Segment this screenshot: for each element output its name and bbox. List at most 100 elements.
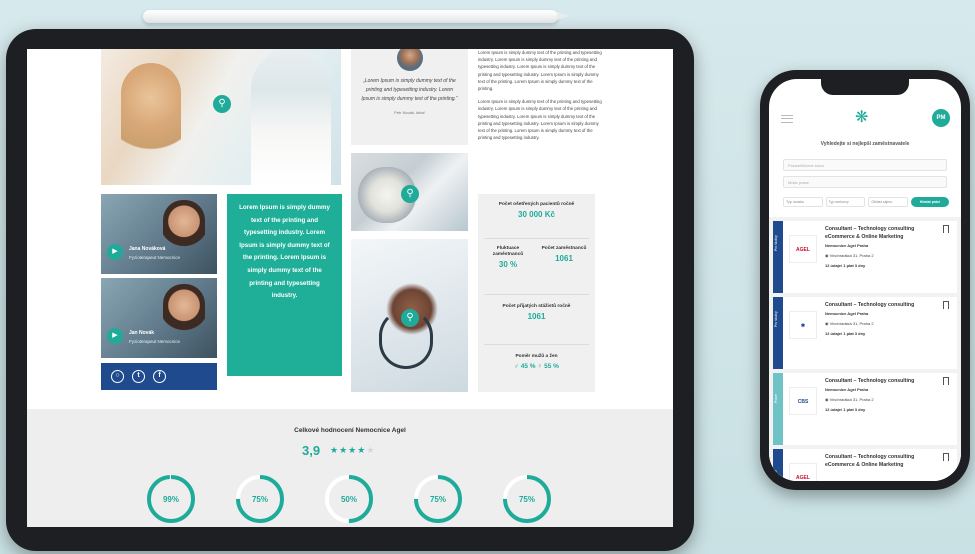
stat-label: Počet zaměstnanců: [541, 246, 587, 251]
search-heading: Vyhledejte si nejlepší zaměstnavatele: [820, 141, 910, 147]
video-card-1[interactable]: ▶ Jana Nováková Fyzioterapeut Nemocnice: [101, 194, 217, 274]
rating-gauges: 99% 75% 50% 75% 75%: [147, 475, 551, 523]
divider: [484, 238, 589, 239]
job-title[interactable]: Consultant – Technology consulting eComm…: [825, 225, 935, 241]
twitter-icon[interactable]: t: [132, 370, 145, 383]
stat-value: 30 000 Kč: [518, 210, 555, 219]
job-category-strip: Pro školky: [773, 221, 783, 293]
job-company: Nemocnice Agel Praha: [825, 243, 869, 248]
testimonial-author: Petr Novák, lékař: [394, 110, 425, 115]
job-list: Pro školky AGEL Consultant – Technology co…: [769, 217, 961, 481]
divider: [484, 294, 589, 295]
tablet-screen: ⚲ ▶ Jana Nováková Fyzioterapeut Nemocnic…: [27, 49, 673, 527]
stat-label: Počet přijatých stážistů ročně: [502, 304, 571, 309]
stat-label: Fluktuace zaměstnanců: [492, 246, 524, 257]
phone-device: ❋ PM Vyhledejte si nejlepší zaměstnavate…: [760, 70, 970, 490]
stat-value: 1061: [555, 254, 573, 263]
logo-icon[interactable]: ❋: [855, 109, 868, 127]
bookmark-icon[interactable]: [943, 377, 949, 385]
stat-gender-ratio: Poměr mužů a žen ♂ 45 % ♀ 55 %: [484, 354, 589, 370]
bookmark-icon[interactable]: [943, 225, 949, 233]
video-role: Fyzioterapeut Nemocnice: [129, 339, 181, 344]
stat-value: ♂ 45 % ♀ 55 %: [514, 363, 559, 370]
user-avatar[interactable]: PM: [932, 109, 950, 127]
location-search-input[interactable]: Místo práce: [783, 176, 947, 188]
zoom-icon[interactable]: ⚲: [401, 185, 419, 203]
lorem-paragraph: Lorem Ipsum is simply dummy text of the …: [478, 50, 602, 92]
lorem-text-column: Lorem Ipsum is simply dummy text of the …: [478, 49, 603, 147]
gauge-label: 75%: [519, 495, 535, 504]
facebook-icon[interactable]: f: [153, 370, 166, 383]
job-card[interactable]: Praxe CBS Consultant – Technology consulti…: [773, 373, 957, 445]
job-title[interactable]: Consultant – Technology consulting: [825, 301, 935, 309]
stats-panel: Počet ošetřených pacientů ročně 30 000 K…: [478, 194, 595, 392]
job-card[interactable]: Pro školky AGEL Consultant – Technology co…: [773, 221, 957, 293]
position-search-input[interactable]: Pozice/klíčové slovo: [783, 159, 947, 171]
filter-select-type[interactable]: Typ smlouvy: [825, 197, 866, 207]
teal-quote-block: Lorem Ipsum is simply dummy text of the …: [227, 194, 342, 376]
testimonial-text: „Lorem Ipsum is simply dummy text of the…: [361, 78, 458, 102]
photo-mri[interactable]: ⚲: [351, 153, 468, 231]
company-logo: ✱: [789, 311, 817, 339]
company-logo: AGEL: [789, 235, 817, 263]
tablet-device: ⚲ ▶ Jana Nováková Fyzioterapeut Nemocnic…: [6, 29, 694, 551]
gauge-label: 50%: [341, 495, 357, 504]
woman-figure: [121, 63, 181, 163]
video-role: Fyzioterapeut Nemocnice: [129, 255, 181, 260]
star-icon: ★: [330, 445, 340, 455]
filter-select-contract[interactable]: Typ úvazku: [783, 197, 823, 207]
zoom-icon[interactable]: ⚲: [401, 309, 419, 327]
job-location: ◉ Vinohradská 31, Praha 2: [825, 321, 874, 326]
job-card[interactable]: Praxe AGEL Consultant – Technology consult…: [773, 449, 957, 481]
zoom-icon[interactable]: ⚲: [213, 95, 231, 113]
nurse-figure: [251, 49, 331, 185]
stat-hires: Počet přijatých stážistů ročně 1061: [484, 304, 589, 321]
stat-staff: Počet zaměstnanců 1061: [538, 246, 590, 263]
video-card-2[interactable]: ▶ Jan Novák Fyzioterapeut Nemocnice: [101, 278, 217, 358]
video-name: Jan Novák: [129, 330, 155, 336]
job-salary: 12 údaje/ 1 plat 3 dny: [825, 407, 866, 412]
hero-photo-nurse[interactable]: ⚲: [101, 49, 341, 185]
company-logo: CBS: [789, 387, 817, 415]
stat-value: 30 %: [498, 260, 518, 269]
gauge-label: 99%: [163, 495, 179, 504]
star-icon: ★: [348, 445, 358, 455]
person-photo: [163, 284, 205, 340]
rating-title: Celkové hodnocení Nemocnice Agel: [294, 427, 406, 434]
job-category-label: Pro školky: [774, 311, 778, 327]
stat-turnover: Fluktuace zaměstnanců 30 %: [482, 246, 534, 269]
filter-select-field[interactable]: Oblast zájmu: [868, 197, 909, 207]
stat-label: Poměr mužů a žen: [515, 354, 558, 359]
instagram-icon[interactable]: ○: [111, 370, 124, 383]
photo-doctor-hands[interactable]: ⚲: [351, 239, 468, 392]
job-company: Nemocnice Agel Praha: [825, 387, 869, 392]
social-bar: ○ t f: [101, 363, 217, 390]
play-icon[interactable]: ▶: [107, 244, 123, 260]
bookmark-icon[interactable]: [943, 453, 949, 461]
phone-notch: [821, 79, 909, 95]
video-name: Jana Nováková: [129, 246, 166, 252]
job-salary: 12 údaje/ 1 plat 3 dny: [825, 331, 866, 336]
rating-score: 3,9: [302, 443, 321, 458]
job-card[interactable]: Pro školky ✱ Consultant – Technology consu…: [773, 297, 957, 369]
job-title[interactable]: Consultant – Technology consulting eComm…: [825, 453, 935, 469]
bookmark-icon[interactable]: [943, 301, 949, 309]
star-icon: ★: [366, 445, 376, 455]
gauge-label: 75%: [252, 495, 268, 504]
testimonial-avatar: [397, 49, 423, 71]
job-category-label: Pro školky: [774, 235, 778, 251]
rating-stars: ★★★★★: [330, 445, 375, 456]
phone-screen: ❋ PM Vyhledejte si nejlepší zaměstnavate…: [769, 79, 961, 481]
hamburger-menu-icon[interactable]: [781, 115, 793, 123]
apple-pencil: [143, 10, 570, 23]
pencil-tip: [557, 12, 570, 20]
job-location: ◉ Vinohradská 31, Praha 2: [825, 397, 874, 402]
job-category-strip: Praxe: [773, 373, 783, 445]
job-title[interactable]: Consultant – Technology consulting: [825, 377, 935, 385]
search-jobs-button[interactable]: Hledat práci: [911, 197, 950, 207]
stat-label: Počet ošetřených pacientů ročně: [498, 202, 575, 207]
lorem-paragraph: Lorem Ipsum is simply dummy text of the …: [478, 99, 602, 141]
play-icon[interactable]: ▶: [107, 328, 123, 344]
job-category-strip: Praxe: [773, 449, 783, 481]
gauge-label: 75%: [430, 495, 446, 504]
